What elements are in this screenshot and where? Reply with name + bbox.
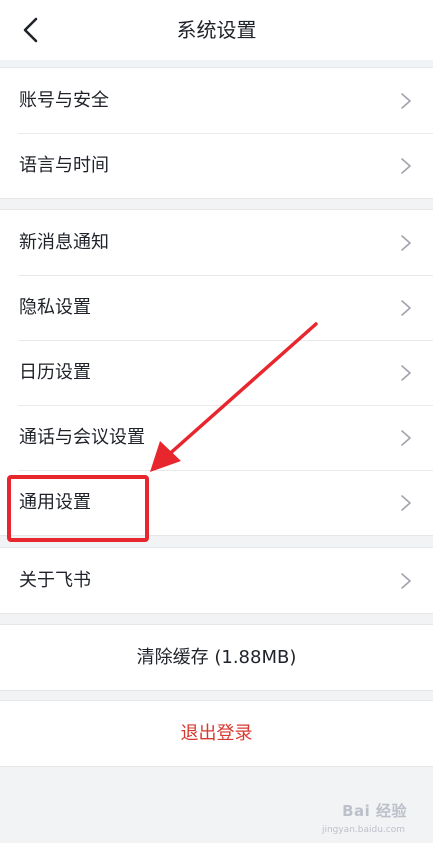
chevron-right-icon: [401, 365, 411, 381]
settings-item-privacy[interactable]: 隐私设置: [0, 275, 433, 340]
watermark-url: jingyan.baidu.com: [321, 825, 405, 835]
logout-button[interactable]: 退出登录: [0, 701, 433, 766]
settings-item-notifications[interactable]: 新消息通知: [0, 210, 433, 275]
settings-item-general[interactable]: 通用设置: [0, 470, 433, 535]
chevron-right-icon: [401, 93, 411, 109]
chevron-right-icon: [401, 300, 411, 316]
chevron-right-icon: [401, 430, 411, 446]
settings-item-label: 通用设置: [19, 492, 91, 513]
page-title: 系统设置: [176, 18, 257, 42]
clear-cache-group: 清除缓存 (1.88MB): [0, 624, 433, 691]
settings-item-label: 通话与会议设置: [19, 427, 145, 448]
about-group: 关于飞书: [0, 547, 433, 614]
settings-item-calls-meetings[interactable]: 通话与会议设置: [0, 405, 433, 470]
settings-item-account-security[interactable]: 账号与安全: [0, 68, 433, 133]
settings-item-label: 语言与时间: [19, 155, 109, 176]
settings-item-about[interactable]: 关于飞书: [0, 548, 433, 613]
chevron-right-icon: [401, 573, 411, 589]
settings-item-language-time[interactable]: 语言与时间: [0, 133, 433, 198]
watermark-logo: Bai 经验: [342, 802, 407, 820]
preferences-group: 新消息通知 隐私设置 日历设置 通话与会议设置 通用设置: [0, 209, 433, 536]
top-bar: 系统设置: [0, 0, 433, 60]
settings-item-label: 日历设置: [19, 362, 91, 383]
clear-cache-button[interactable]: 清除缓存 (1.88MB): [0, 625, 433, 690]
settings-screen: 系统设置 账号与安全 语言与时间 新消息通知 隐私设置 日历设置 通话与会议设置: [0, 0, 433, 843]
settings-item-label: 关于飞书: [19, 570, 91, 591]
logout-group: 退出登录: [0, 700, 433, 767]
chevron-right-icon: [401, 495, 411, 511]
settings-item-calendar[interactable]: 日历设置: [0, 340, 433, 405]
settings-item-label: 隐私设置: [19, 297, 91, 318]
settings-item-label: 新消息通知: [19, 232, 109, 253]
account-group: 账号与安全 语言与时间: [0, 67, 433, 199]
settings-item-label: 账号与安全: [19, 90, 109, 111]
chevron-right-icon: [401, 235, 411, 251]
chevron-right-icon: [401, 158, 411, 174]
